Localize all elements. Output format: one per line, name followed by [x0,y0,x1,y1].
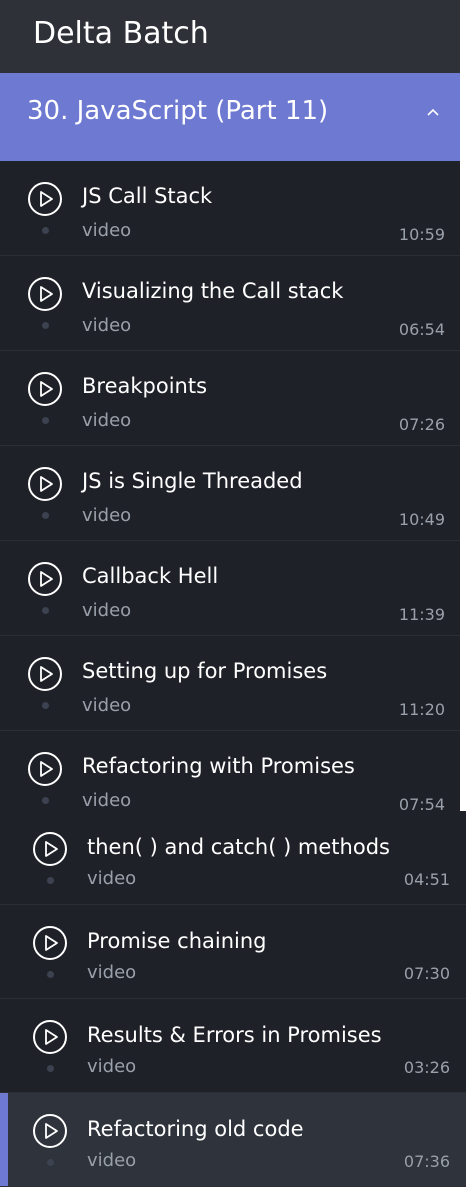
lecture-title: JS Call Stack [82,184,213,208]
status-dot [42,322,49,329]
lecture-duration: 07:26 [398,415,445,434]
status-dot [47,1159,54,1166]
section-header-javascript-part-11[interactable]: 30. JavaScript (Part 11) [0,73,460,161]
lecture-item[interactable]: Promise chaining video 07:30 [0,905,466,999]
lecture-duration: 07:30 [403,964,450,983]
lecture-list: JS Call Stack video 10:59 Visualizing th… [0,161,460,826]
play-circle-icon[interactable] [27,466,63,502]
lecture-type: video [87,1150,137,1171]
status-dot [42,227,49,234]
play-circle-icon[interactable] [27,751,63,787]
lecture-duration: 10:59 [398,225,445,244]
lecture-item[interactable]: JS Call Stack video 10:59 [0,161,460,256]
lecture-item[interactable]: Visualizing the Call stack video 06:54 [0,256,460,351]
play-circle-icon[interactable] [32,1019,68,1055]
lecture-list-continued: then( ) and catch( ) methods video 04:51… [0,811,466,1187]
status-dot [42,702,49,709]
lecture-title: Visualizing the Call stack [82,279,344,303]
status-dot [47,1065,54,1072]
lecture-item[interactable]: then( ) and catch( ) methods video 04:51 [0,811,466,905]
lecture-duration: 03:26 [403,1058,450,1077]
lecture-list: then( ) and catch( ) methods video 04:51… [0,811,466,1187]
lecture-duration: 10:49 [398,510,445,529]
status-dot [47,877,54,884]
lecture-type: video [82,600,132,621]
lecture-duration: 11:20 [398,700,445,719]
lecture-item[interactable]: JS is Single Threaded video 10:49 [0,446,460,541]
course-title: Delta Batch [33,16,209,51]
chevron-up-icon[interactable] [426,106,440,120]
lecture-type: video [82,505,132,526]
lecture-type: video [87,1056,137,1077]
lecture-title: Breakpoints [82,374,208,398]
lecture-duration: 07:36 [403,1152,450,1171]
play-circle-icon[interactable] [27,561,63,597]
lecture-title: Setting up for Promises [82,659,328,683]
lecture-type: video [82,790,132,811]
lecture-item[interactable]: Callback Hell video 11:39 [0,541,460,636]
lecture-type: video [82,220,132,241]
play-circle-icon[interactable] [32,831,68,867]
lecture-type: video [87,962,137,983]
lecture-item[interactable]: Refactoring old code video 07:36 [0,1093,466,1187]
course-header: Delta Batch [0,0,460,73]
status-dot [42,512,49,519]
play-circle-icon[interactable] [32,1113,68,1149]
status-dot [42,797,49,804]
play-circle-icon[interactable] [27,656,63,692]
play-circle-icon[interactable] [27,276,63,312]
play-circle-icon[interactable] [32,925,68,961]
lecture-type: video [82,315,132,336]
lecture-type: video [82,695,132,716]
course-sidebar: Delta Batch 30. JavaScript (Part 11) JS … [0,0,460,826]
lecture-duration: 04:51 [403,870,450,889]
status-dot [42,417,49,424]
status-dot [47,971,54,978]
section-title: 30. JavaScript (Part 11) [27,96,329,126]
lecture-title: Refactoring old code [87,1117,304,1141]
play-circle-icon[interactable] [27,371,63,407]
active-indicator [0,1093,8,1186]
lecture-duration: 11:39 [398,605,445,624]
status-dot [42,607,49,614]
lecture-title: Refactoring with Promises [82,754,355,778]
lecture-title: Promise chaining [87,929,267,953]
lecture-type: video [82,410,132,431]
play-circle-icon[interactable] [27,181,63,217]
lecture-item[interactable]: Breakpoints video 07:26 [0,351,460,446]
lecture-duration: 06:54 [398,320,445,339]
lecture-title: Results & Errors in Promises [87,1023,382,1047]
lecture-title: Callback Hell [82,564,219,588]
lecture-type: video [87,868,137,889]
lecture-item[interactable]: Setting up for Promises video 11:20 [0,636,460,731]
lecture-title: then( ) and catch( ) methods [87,835,390,859]
lecture-item[interactable]: Results & Errors in Promises video 03:26 [0,999,466,1093]
lecture-title: JS is Single Threaded [82,469,303,493]
